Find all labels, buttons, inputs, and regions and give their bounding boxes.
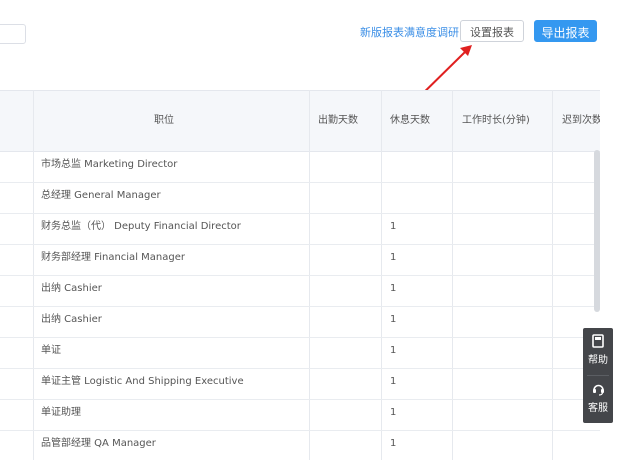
report-table: 职位 出勤天数 休息天数 工作时长(分钟) 迟到次数 市场总监 Marketin… [0,90,600,460]
rest-days-cell: 1 [390,283,397,294]
help-label: 帮助 [588,355,608,366]
floating-side-panel: 帮助 客服 [583,328,613,423]
position-cell: 出纳 Cashier [41,283,102,294]
help-book-icon [592,334,604,348]
position-cell: 出纳 Cashier [41,314,102,325]
header-work-hours[interactable]: 工作时长(分钟) [462,91,530,151]
table-row[interactable]: 财务部经理 Financial Manager 1 [0,244,600,276]
table-row[interactable]: 总经理 General Manager [0,182,600,214]
header-rest-days[interactable]: 休息天数 [390,91,430,151]
table-row[interactable]: 单证主管 Logistic And Shipping Executive 1 [0,368,600,400]
position-cell: 品管部经理 QA Manager [41,438,156,449]
position-cell: 市场总监 Marketing Director [41,159,178,170]
survey-link[interactable]: 新版报表满意度调研 [360,24,459,40]
service-label: 客服 [588,403,608,414]
table-row[interactable]: 品管部经理 QA Manager 1 [0,430,600,460]
table-row[interactable]: 出纳 Cashier 1 [0,306,600,338]
help-button[interactable]: 帮助 [583,328,613,374]
rest-days-cell: 1 [390,252,397,263]
table-row[interactable]: 出纳 Cashier 1 [0,275,600,307]
header-position[interactable]: 职位 [154,91,174,151]
rest-days-cell: 1 [390,407,397,418]
table-header-row: 职位 出勤天数 休息天数 工作时长(分钟) 迟到次数 [0,90,600,152]
headset-icon [593,384,604,396]
position-cell: 单证助理 [41,407,81,418]
header-late-times[interactable]: 迟到次数 [562,91,600,151]
rest-days-cell: 1 [390,438,397,449]
table-row[interactable]: 单证 1 [0,337,600,369]
header-attendance-days[interactable]: 出勤天数 [318,91,358,151]
table-row[interactable]: 单证助理 1 [0,399,600,431]
position-cell: 财务总监（代） Deputy Financial Director [41,221,241,232]
table-row[interactable]: 财务总监（代） Deputy Financial Director 1 [0,213,600,245]
vertical-scrollbar[interactable] [594,150,600,312]
position-cell: 财务部经理 Financial Manager [41,252,185,263]
search-input-stub[interactable] [0,24,26,44]
rest-days-cell: 1 [390,221,397,232]
table-row[interactable]: 市场总监 Marketing Director [0,151,600,183]
rest-days-cell: 1 [390,314,397,325]
rest-days-cell: 1 [390,345,397,356]
position-cell: 单证主管 Logistic And Shipping Executive [41,376,244,387]
customer-service-button[interactable]: 客服 [583,376,613,422]
rest-days-cell: 1 [390,376,397,387]
export-report-button[interactable]: 导出报表 [534,20,597,42]
report-settings-button[interactable]: 设置报表 [460,20,524,42]
position-cell: 总经理 General Manager [41,190,161,201]
position-cell: 单证 [41,345,61,356]
